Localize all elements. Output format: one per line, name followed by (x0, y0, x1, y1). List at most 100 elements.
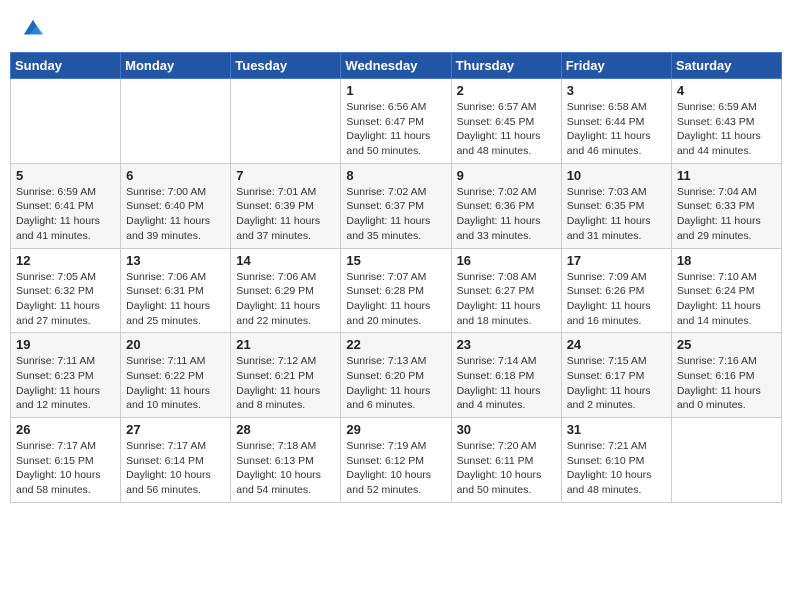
calendar-day-cell: 20Sunrise: 7:11 AMSunset: 6:22 PMDayligh… (121, 333, 231, 418)
calendar-day-cell: 30 Sunrise: 7:20 AMSunset: 6:11 PMDayligh… (451, 418, 561, 503)
day-number: 11 (677, 168, 776, 183)
day-number: 25 (677, 337, 776, 352)
calendar-day-cell: 2 Sunrise: 6:57 AMSunset: 6:45 PMDaylight… (451, 79, 561, 164)
calendar-week-row: 12 Sunrise: 7:05 AMSunset: 6:32 PMDayligh… (11, 248, 782, 333)
calendar-day-cell: 15 Sunrise: 7:07 AMSunset: 6:28 PMDayligh… (341, 248, 451, 333)
calendar-day-cell: 11Sunrise: 7:04 AMSunset: 6:33 PMDayligh… (671, 163, 781, 248)
day-info: Sunrise: 6:57 AMSunset: 6:45 PMDaylight:… (457, 100, 556, 159)
calendar-day-cell: 10 Sunrise: 7:03 AMSunset: 6:35 PMDayligh… (561, 163, 671, 248)
calendar-day-cell: 29 Sunrise: 7:19 AMSunset: 6:12 PMDayligh… (341, 418, 451, 503)
day-number: 24 (567, 337, 666, 352)
calendar-day-cell: 21 Sunrise: 7:12 AMSunset: 6:21 PMDayligh… (231, 333, 341, 418)
calendar-day-cell (121, 79, 231, 164)
day-of-week-header: Friday (561, 53, 671, 79)
calendar-day-cell: 9 Sunrise: 7:02 AMSunset: 6:36 PMDaylight… (451, 163, 561, 248)
calendar-day-cell: 25 Sunrise: 7:16 AMSunset: 6:16 PMDayligh… (671, 333, 781, 418)
day-info: Sunrise: 7:11 AMSunset: 6:23 PMDaylight:… (16, 354, 115, 413)
day-of-week-header: Thursday (451, 53, 561, 79)
day-of-week-header: Monday (121, 53, 231, 79)
day-of-week-header: Sunday (11, 53, 121, 79)
day-of-week-header: Wednesday (341, 53, 451, 79)
day-number: 30 (457, 422, 556, 437)
day-info: Sunrise: 7:05 AMSunset: 6:32 PMDaylight:… (16, 270, 115, 329)
day-info: Sunrise: 7:09 AMSunset: 6:26 PMDaylight:… (567, 270, 666, 329)
day-number: 27 (126, 422, 225, 437)
day-info: Sunrise: 6:56 AMSunset: 6:47 PMDaylight:… (346, 100, 445, 159)
day-number: 15 (346, 253, 445, 268)
day-number: 20 (126, 337, 225, 352)
calendar-day-cell: 16 Sunrise: 7:08 AMSunset: 6:27 PMDayligh… (451, 248, 561, 333)
day-number: 16 (457, 253, 556, 268)
day-number: 29 (346, 422, 445, 437)
day-number: 17 (567, 253, 666, 268)
calendar-day-cell: 26Sunrise: 7:17 AMSunset: 6:15 PMDayligh… (11, 418, 121, 503)
calendar-day-cell: 31 Sunrise: 7:21 AMSunset: 6:10 PMDayligh… (561, 418, 671, 503)
calendar-day-cell: 18 Sunrise: 7:10 AMSunset: 6:24 PMDayligh… (671, 248, 781, 333)
day-number: 5 (16, 168, 115, 183)
calendar-day-cell: 22 Sunrise: 7:13 AMSunset: 6:20 PMDayligh… (341, 333, 451, 418)
day-number: 10 (567, 168, 666, 183)
day-info: Sunrise: 7:10 AMSunset: 6:24 PMDaylight:… (677, 270, 776, 329)
day-info: Sunrise: 7:13 AMSunset: 6:20 PMDaylight:… (346, 354, 445, 413)
day-number: 31 (567, 422, 666, 437)
day-number: 9 (457, 168, 556, 183)
day-number: 8 (346, 168, 445, 183)
calendar-day-cell: 5 Sunrise: 6:59 AMSunset: 6:41 PMDaylight… (11, 163, 121, 248)
calendar-day-cell: 3 Sunrise: 6:58 AMSunset: 6:44 PMDaylight… (561, 79, 671, 164)
day-number: 26 (16, 422, 115, 437)
day-number: 4 (677, 83, 776, 98)
calendar-day-cell: 23Sunrise: 7:14 AMSunset: 6:18 PMDayligh… (451, 333, 561, 418)
calendar-day-cell: 8 Sunrise: 7:02 AMSunset: 6:37 PMDaylight… (341, 163, 451, 248)
calendar-day-cell: 27 Sunrise: 7:17 AMSunset: 6:14 PMDayligh… (121, 418, 231, 503)
calendar-week-row: 26Sunrise: 7:17 AMSunset: 6:15 PMDayligh… (11, 418, 782, 503)
calendar-week-row: 1 Sunrise: 6:56 AMSunset: 6:47 PMDaylight… (11, 79, 782, 164)
day-info: Sunrise: 7:20 AMSunset: 6:11 PMDaylight:… (457, 439, 556, 498)
day-of-week-header: Saturday (671, 53, 781, 79)
day-info: Sunrise: 7:17 AMSunset: 6:14 PMDaylight:… (126, 439, 225, 498)
day-info: Sunrise: 6:59 AMSunset: 6:43 PMDaylight:… (677, 100, 776, 159)
calendar-day-cell: 17 Sunrise: 7:09 AMSunset: 6:26 PMDayligh… (561, 248, 671, 333)
day-info: Sunrise: 6:59 AMSunset: 6:41 PMDaylight:… (16, 185, 115, 244)
day-info: Sunrise: 7:12 AMSunset: 6:21 PMDaylight:… (236, 354, 335, 413)
calendar-day-cell: 28 Sunrise: 7:18 AMSunset: 6:13 PMDayligh… (231, 418, 341, 503)
day-number: 12 (16, 253, 115, 268)
day-number: 2 (457, 83, 556, 98)
day-number: 28 (236, 422, 335, 437)
day-number: 22 (346, 337, 445, 352)
calendar-day-cell (11, 79, 121, 164)
day-number: 6 (126, 168, 225, 183)
day-info: Sunrise: 7:21 AMSunset: 6:10 PMDaylight:… (567, 439, 666, 498)
calendar-header-row: SundayMondayTuesdayWednesdayThursdayFrid… (11, 53, 782, 79)
page-header (10, 10, 782, 44)
day-number: 3 (567, 83, 666, 98)
calendar-day-cell: 13Sunrise: 7:06 AMSunset: 6:31 PMDayligh… (121, 248, 231, 333)
calendar-day-cell: 7 Sunrise: 7:01 AMSunset: 6:39 PMDaylight… (231, 163, 341, 248)
calendar-week-row: 19Sunrise: 7:11 AMSunset: 6:23 PMDayligh… (11, 333, 782, 418)
day-info: Sunrise: 7:19 AMSunset: 6:12 PMDaylight:… (346, 439, 445, 498)
day-info: Sunrise: 7:08 AMSunset: 6:27 PMDaylight:… (457, 270, 556, 329)
logo (20, 18, 44, 40)
day-info: Sunrise: 7:02 AMSunset: 6:37 PMDaylight:… (346, 185, 445, 244)
day-info: Sunrise: 7:07 AMSunset: 6:28 PMDaylight:… (346, 270, 445, 329)
day-info: Sunrise: 6:58 AMSunset: 6:44 PMDaylight:… (567, 100, 666, 159)
day-info: Sunrise: 7:14 AMSunset: 6:18 PMDaylight:… (457, 354, 556, 413)
calendar-day-cell: 4 Sunrise: 6:59 AMSunset: 6:43 PMDaylight… (671, 79, 781, 164)
day-number: 18 (677, 253, 776, 268)
day-number: 21 (236, 337, 335, 352)
calendar-day-cell: 24 Sunrise: 7:15 AMSunset: 6:17 PMDayligh… (561, 333, 671, 418)
day-number: 14 (236, 253, 335, 268)
day-info: Sunrise: 7:03 AMSunset: 6:35 PMDaylight:… (567, 185, 666, 244)
day-info: Sunrise: 7:15 AMSunset: 6:17 PMDaylight:… (567, 354, 666, 413)
day-number: 7 (236, 168, 335, 183)
day-number: 13 (126, 253, 225, 268)
calendar-day-cell (671, 418, 781, 503)
calendar-day-cell: 19Sunrise: 7:11 AMSunset: 6:23 PMDayligh… (11, 333, 121, 418)
calendar-day-cell: 12 Sunrise: 7:05 AMSunset: 6:32 PMDayligh… (11, 248, 121, 333)
calendar-week-row: 5 Sunrise: 6:59 AMSunset: 6:41 PMDaylight… (11, 163, 782, 248)
day-info: Sunrise: 7:16 AMSunset: 6:16 PMDaylight:… (677, 354, 776, 413)
day-info: Sunrise: 7:01 AMSunset: 6:39 PMDaylight:… (236, 185, 335, 244)
day-info: Sunrise: 7:18 AMSunset: 6:13 PMDaylight:… (236, 439, 335, 498)
day-info: Sunrise: 7:02 AMSunset: 6:36 PMDaylight:… (457, 185, 556, 244)
day-number: 1 (346, 83, 445, 98)
day-of-week-header: Tuesday (231, 53, 341, 79)
